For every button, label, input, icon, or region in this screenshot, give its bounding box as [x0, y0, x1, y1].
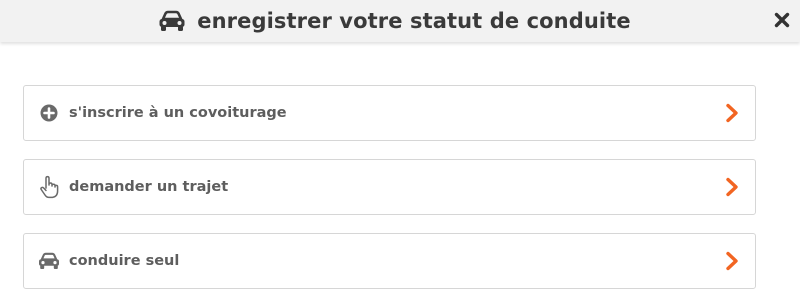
driving-status-modal: enregistrer votre statut de conduite s'i… [0, 0, 800, 299]
option-carpool-signup[interactable]: s'inscrire à un covoiturage [23, 85, 756, 141]
close-button[interactable] [770, 8, 794, 32]
header-title-group: enregistrer votre statut de conduite [157, 9, 631, 33]
chevron-right-icon [725, 250, 739, 272]
hand-pointer-icon [37, 175, 61, 199]
car-icon [157, 10, 187, 32]
chevron-right-icon [725, 102, 739, 124]
close-icon[interactable] [774, 12, 790, 28]
chevron-right-icon [725, 176, 739, 198]
car-icon [37, 249, 61, 273]
modal-title: enregistrer votre statut de conduite [197, 9, 631, 33]
option-drive-alone[interactable]: conduire seul [23, 233, 756, 289]
option-label: s'inscrire à un covoiturage [69, 105, 287, 121]
option-label: conduire seul [69, 253, 180, 269]
options-list: s'inscrire à un covoiturage demander un … [23, 85, 756, 299]
modal-header: enregistrer votre statut de conduite [0, 0, 800, 42]
option-request-ride[interactable]: demander un trajet [23, 159, 756, 215]
plus-circle-icon [37, 101, 61, 125]
option-label: demander un trajet [69, 179, 229, 195]
